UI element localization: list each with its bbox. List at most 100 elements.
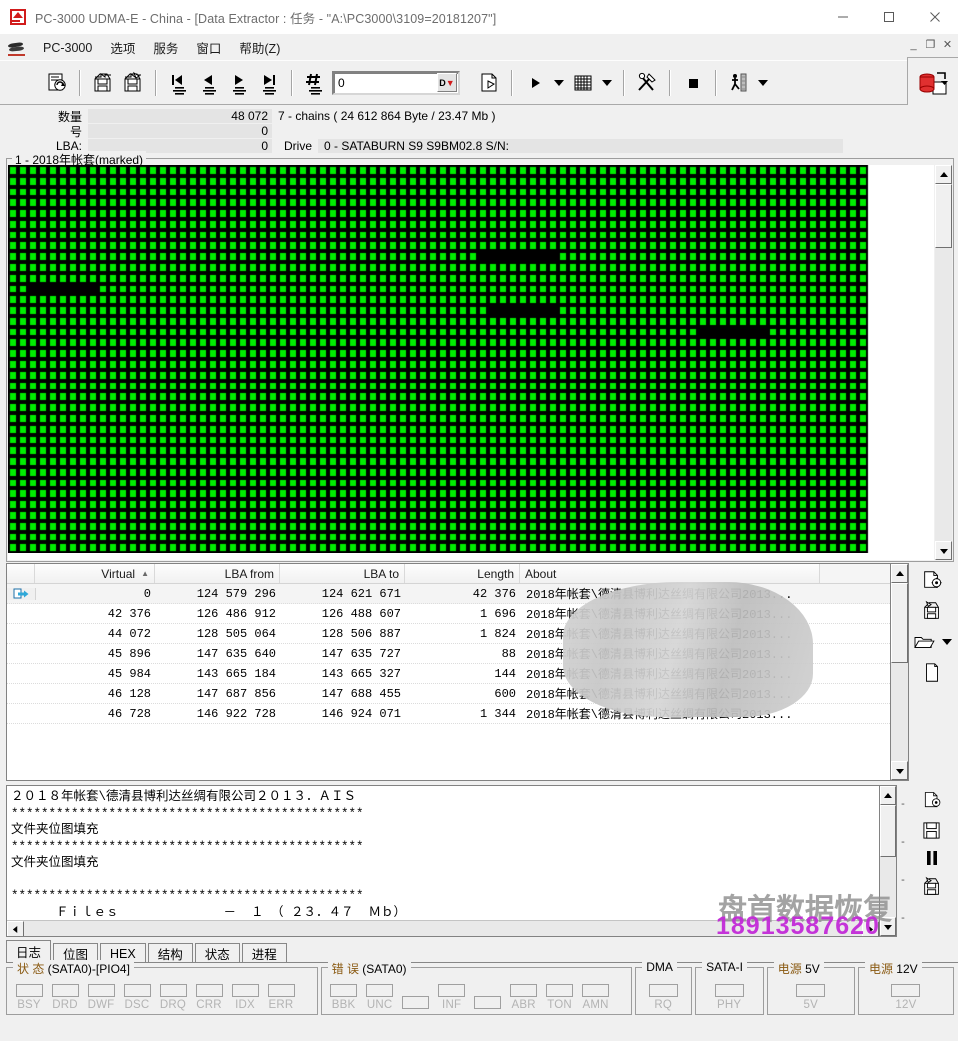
decimal-toggle-button[interactable]: D ▼ (437, 73, 457, 92)
column-header-about[interactable]: About (520, 564, 820, 583)
menu-item-window[interactable]: 窗口 (187, 36, 230, 59)
log-hscroll-track[interactable] (24, 921, 862, 936)
table-row[interactable]: 45 896 147 635 640 147 635 727 88 2018年帐套\德清… (7, 644, 890, 664)
run-button[interactable] (520, 68, 550, 98)
table-row[interactable]: 46 728 146 922 728 146 924 071 1 344 2018年帐套… (7, 704, 890, 724)
cell-virtual: 0 (143, 586, 151, 601)
table-scroll-down-button[interactable] (891, 761, 908, 780)
led-drd: DRD (47, 984, 83, 1011)
window-maximize-button[interactable] (866, 1, 912, 34)
log-scroll-down-button[interactable] (880, 917, 896, 936)
save-selection-button[interactable] (918, 600, 946, 622)
tab-status[interactable]: 状态 (194, 943, 240, 963)
walk-dropdown-button[interactable] (754, 68, 772, 98)
map-button[interactable] (568, 68, 598, 98)
table-scroll-track[interactable] (891, 583, 908, 761)
log-scroll-right-button[interactable] (862, 921, 879, 936)
menu-item-pc3000[interactable]: PC-3000 (34, 39, 101, 57)
prev-chain-button[interactable] (194, 68, 224, 98)
menu-item-help[interactable]: 帮助(Z) (230, 36, 289, 59)
log-horizontal-scrollbar[interactable] (7, 920, 879, 936)
chevron-down-icon (554, 79, 564, 86)
walk-mode-button[interactable] (724, 68, 754, 98)
drive-indicator-panel[interactable] (907, 57, 958, 111)
next-chain-button[interactable] (224, 68, 254, 98)
cell-length: 1 344 (479, 706, 516, 721)
mdi-restore-button[interactable]: ❐ (922, 36, 939, 53)
column-header-lba-to[interactable]: LBA to (280, 564, 405, 583)
column-header-virtual[interactable]: Virtual ▲ (35, 564, 155, 583)
table-row[interactable]: 42 376 126 486 912 126 488 607 1 696 2018年帐套… (7, 604, 890, 624)
cell-length: 144 (494, 666, 516, 681)
save-as-task-button[interactable] (118, 68, 148, 98)
chevron-down-icon[interactable] (941, 639, 952, 645)
stop-button[interactable] (678, 68, 708, 98)
column-header-lba-from[interactable]: LBA from (155, 564, 280, 583)
bitmap-scroll-thumb[interactable] (935, 184, 952, 248)
chain-number-input[interactable]: 0 D ▼ (332, 70, 460, 95)
cell-about: 2018年帐套\德清县博利达丝绸有限公司2013... (526, 628, 793, 642)
log-scroll-thumb[interactable] (880, 805, 896, 857)
save-task-button[interactable] (88, 68, 118, 98)
table-scroll-thumb[interactable] (891, 583, 908, 663)
first-chain-button[interactable] (164, 68, 194, 98)
log-save-as-button[interactable] (919, 875, 945, 899)
panel-title-en: 5V (801, 962, 820, 976)
chain-number-value[interactable]: 0 (334, 76, 437, 90)
dma-panel: DMA RQ (635, 960, 693, 1015)
caret-down-icon (884, 924, 892, 930)
log-scroll-up-button[interactable] (880, 786, 896, 805)
table-row[interactable]: 0 124 579 296 124 621 671 42 376 2018年帐套\德清县… (7, 584, 890, 604)
bitmap-scroll-down-button[interactable] (935, 541, 952, 560)
led-label: ABR (511, 999, 536, 1011)
log-textbox[interactable]: ２０１８年帐套\德清县博利达丝绸有限公司２０１３．ＡＩＳ ***********… (6, 785, 880, 937)
cell-lba_to: 124 621 671 (321, 586, 401, 601)
table-row[interactable]: 44 072 128 505 064 128 506 887 1 824 2018年帐套… (7, 624, 890, 644)
log-scroll-left-button[interactable] (7, 921, 24, 936)
window-minimize-button[interactable] (820, 1, 866, 34)
mdi-minimize-button[interactable]: _ (905, 36, 922, 53)
refresh-task-button[interactable] (42, 68, 72, 98)
sata-i-panel: SATA-I PHY (695, 960, 764, 1015)
info-value-count: 48 072 (88, 109, 272, 123)
log-settings-button[interactable] (919, 789, 945, 811)
app-logo-icon (10, 9, 26, 25)
log-vertical-scrollbar[interactable] (880, 785, 897, 937)
bitmap-scroll-up-button[interactable] (935, 165, 952, 184)
new-file-button[interactable] (918, 662, 946, 684)
extract-settings-button[interactable] (918, 569, 946, 591)
cell-about: 2018年帐套\德清县博利达丝绸有限公司2013... (526, 588, 793, 602)
table-row[interactable]: 45 984 143 665 184 143 665 327 144 2018年帐套\德… (7, 664, 890, 684)
map-dropdown-button[interactable] (598, 68, 616, 98)
menu-item-service[interactable]: 服务 (144, 36, 187, 59)
tab-process[interactable]: 进程 (241, 943, 287, 963)
column-header-label: Length (477, 566, 514, 581)
log-save-button[interactable] (919, 819, 945, 841)
menu-item-options[interactable]: 选项 (101, 36, 144, 59)
copy-page-button[interactable] (474, 68, 504, 98)
window-close-button[interactable] (912, 1, 958, 34)
tab-structure[interactable]: 结构 (147, 943, 193, 963)
led-bsy: BSY (11, 984, 47, 1011)
log-pause-button[interactable] (919, 849, 945, 867)
chains-table[interactable]: Virtual ▲ LBA from LBA to Length About 0 124 5… (6, 563, 891, 781)
chains-table-body[interactable]: 0 124 579 296 124 621 671 42 376 2018年帐套\德清县… (7, 584, 890, 724)
table-row[interactable]: 46 128 147 687 856 147 688 455 600 2018年帐套\德… (7, 684, 890, 704)
led-dsc: DSC (119, 984, 155, 1011)
bitmap-cluster-grid[interactable] (8, 165, 870, 553)
cell-length: 1 696 (479, 606, 516, 621)
column-header-length[interactable]: Length (405, 564, 520, 583)
run-dropdown-button[interactable] (550, 68, 568, 98)
column-header-label: Virtual (101, 566, 136, 581)
tools-button[interactable] (632, 68, 662, 98)
mdi-close-button[interactable]: ✕ (939, 36, 956, 53)
log-vscroll-track[interactable] (880, 805, 896, 917)
goto-number-button[interactable] (300, 68, 330, 98)
bitmap-vertical-scrollbar[interactable] (934, 165, 952, 560)
open-folder-button[interactable] (912, 631, 936, 653)
table-scroll-up-button[interactable] (891, 564, 908, 583)
last-chain-button[interactable] (254, 68, 284, 98)
bitmap-canvas[interactable] (8, 165, 934, 560)
table-vertical-scrollbar[interactable] (891, 563, 909, 781)
bitmap-scroll-track[interactable] (935, 184, 952, 541)
